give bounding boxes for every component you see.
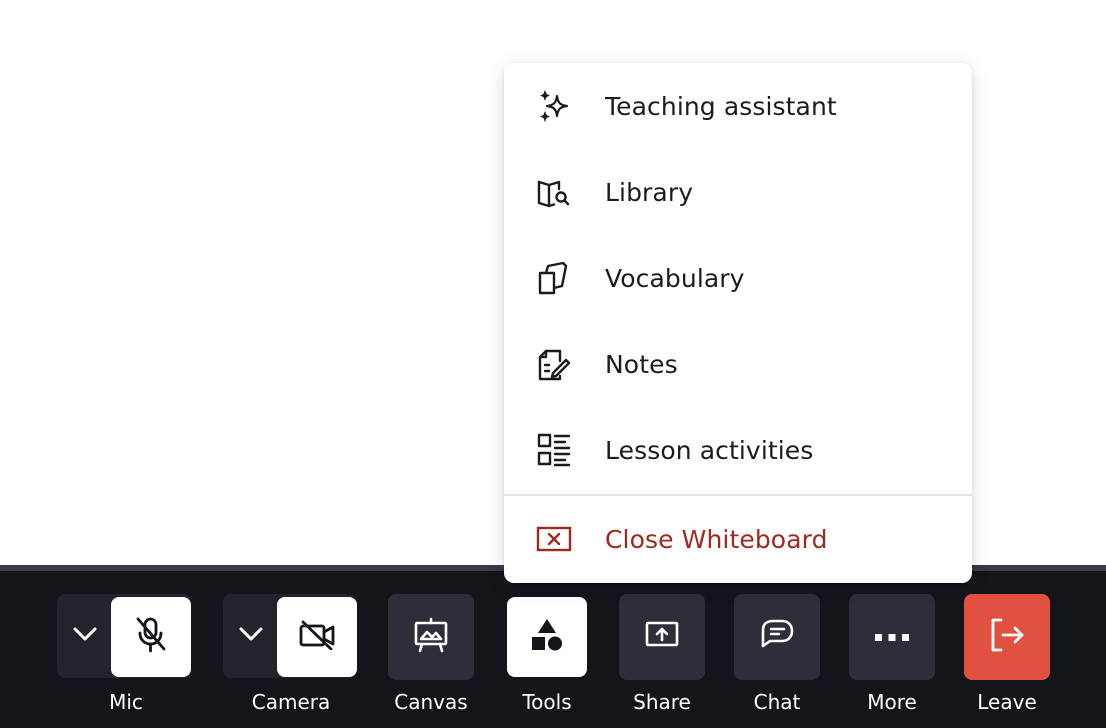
menu-item-label: Close Whiteboard — [605, 524, 828, 554]
chat-icon — [758, 618, 796, 656]
exit-icon — [989, 617, 1025, 657]
chat-label: Chat — [753, 690, 801, 714]
share-label: Share — [633, 690, 691, 714]
camera-off-icon — [298, 620, 336, 654]
camera-toggle-button[interactable] — [277, 597, 357, 677]
menu-item-label: Notes — [605, 349, 678, 379]
menu-item-label: Vocabulary — [605, 263, 745, 293]
chat-button[interactable] — [734, 594, 820, 680]
activities-list-icon — [536, 432, 572, 468]
ellipsis-icon — [874, 628, 910, 647]
menu-item-lesson-activities[interactable]: Lesson activities — [504, 407, 972, 493]
mic-toggle-button[interactable] — [111, 597, 191, 677]
chevron-down-icon — [238, 626, 264, 646]
menu-item-teaching-assistant[interactable]: Teaching assistant — [504, 63, 972, 149]
screen-share-icon — [644, 619, 680, 655]
menu-item-label: Library — [605, 177, 694, 207]
camera-options-button[interactable] — [224, 594, 278, 678]
more-button[interactable] — [849, 594, 935, 680]
bottom-toolbar: Mic Camera Canvas Tools Share Chat More … — [0, 571, 1106, 728]
close-box-icon — [536, 521, 572, 557]
camera-label: Camera — [251, 690, 331, 714]
menu-item-vocabulary[interactable]: Vocabulary — [504, 235, 972, 321]
more-label: More — [867, 690, 917, 714]
tools-label: Tools — [522, 690, 572, 714]
menu-item-label: Lesson activities — [605, 435, 814, 465]
mic-off-icon — [134, 616, 168, 658]
menu-item-library[interactable]: Library — [504, 149, 972, 235]
chevron-down-icon — [72, 626, 98, 646]
leave-label: Leave — [977, 690, 1037, 714]
canvas-label: Canvas — [394, 690, 468, 714]
mic-label: Mic — [109, 690, 143, 714]
tools-menu: Teaching assistant Library Vocabulary No… — [504, 63, 972, 583]
cards-icon — [536, 260, 572, 296]
menu-item-notes[interactable]: Notes — [504, 321, 972, 407]
canvas-button[interactable] — [388, 594, 474, 680]
sparkles-icon — [536, 88, 572, 124]
easel-icon — [413, 617, 449, 657]
menu-item-label: Teaching assistant — [605, 91, 837, 121]
share-button[interactable] — [619, 594, 705, 680]
book-search-icon — [536, 174, 572, 210]
shapes-icon — [529, 617, 565, 657]
mic-options-button[interactable] — [58, 594, 112, 678]
leave-button[interactable] — [964, 594, 1050, 680]
note-edit-icon — [536, 346, 572, 382]
close-whiteboard-button[interactable]: Close Whiteboard — [504, 496, 972, 582]
tools-button[interactable] — [507, 597, 587, 677]
